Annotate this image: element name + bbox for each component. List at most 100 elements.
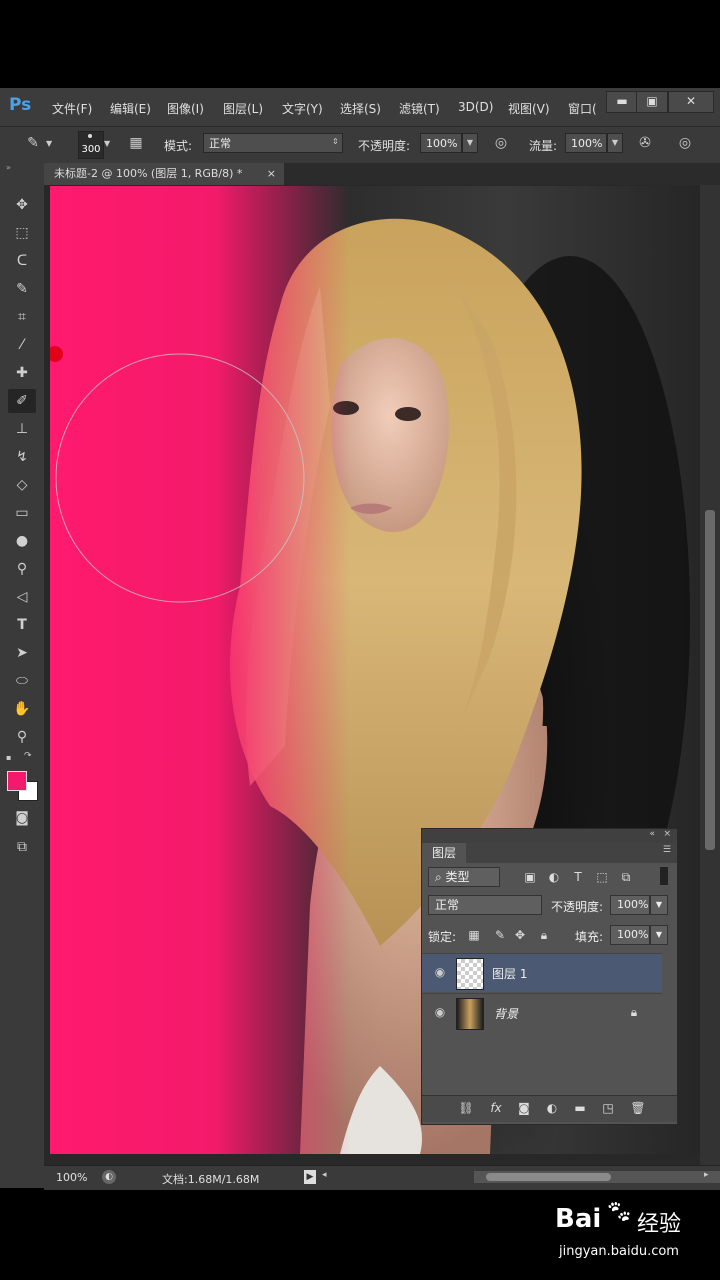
horizontal-scrollbar[interactable] — [474, 1171, 720, 1183]
chevron-down-icon[interactable]: ▼ — [46, 139, 52, 148]
menu-type[interactable]: 文字(Y) — [282, 100, 323, 117]
airbrush-icon[interactable]: ✇ — [634, 132, 656, 154]
fx-icon[interactable]: fx — [488, 1100, 504, 1116]
mode-select[interactable]: 正常 — [203, 133, 343, 153]
eye-icon[interactable]: ◉ — [432, 964, 448, 980]
pen-icon[interactable]: ◁ — [8, 585, 36, 609]
dodge-icon[interactable]: ⚲ — [8, 557, 36, 581]
swap-colors-icon[interactable]: ↷ — [24, 751, 32, 761]
close-icon[interactable]: × — [663, 829, 671, 839]
lock-all-icon[interactable]: 🔒︎ — [536, 927, 552, 943]
collapse-icon[interactable]: « — [649, 829, 655, 839]
lock-label: 锁定: — [428, 930, 457, 944]
type-filter-icon[interactable]: T — [570, 869, 586, 885]
horizontal-scroll-thumb[interactable] — [486, 1173, 611, 1181]
marquee-icon[interactable]: ⬚ — [8, 221, 36, 245]
link-layers-icon[interactable]: ⛓ — [458, 1100, 474, 1116]
brush-panel-icon[interactable]: ▦ — [125, 132, 147, 154]
menu-layer[interactable]: 图层(L) — [223, 100, 263, 117]
info-icon[interactable]: ◐ — [102, 1170, 116, 1184]
new-layer-icon[interactable]: ◳ — [600, 1100, 616, 1116]
document-tab[interactable]: 未标题-2 @ 100% (图层 1, RGB/8) * × — [44, 163, 284, 185]
lasso-icon[interactable]: ᑕ — [8, 249, 36, 273]
minimize-button[interactable]: ▬ — [606, 91, 638, 113]
fill-field[interactable]: 100% — [610, 925, 650, 945]
watermark-brand-2: 经验 — [637, 1212, 682, 1237]
blend-mode-select[interactable]: 正常 — [428, 895, 542, 915]
stamp-icon[interactable]: ⊥ — [8, 417, 36, 441]
menu-window[interactable]: 窗口( — [568, 100, 597, 117]
pressure-opacity-icon[interactable]: ◎ — [490, 132, 512, 154]
maximize-button[interactable]: ▣ — [636, 91, 668, 113]
panel-menu-icon[interactable]: ☰ — [663, 845, 671, 855]
shape-filter-icon[interactable]: ⬚ — [594, 869, 610, 885]
status-menu-arrow-icon[interactable]: ▶ — [304, 1170, 316, 1184]
chevron-down-icon[interactable]: ▼ — [650, 925, 668, 945]
close-button[interactable]: ✕ — [668, 91, 714, 113]
menu-view[interactable]: 视图(V) — [508, 100, 550, 117]
updown-icon: ⇕ — [332, 137, 339, 146]
brush-size-picker[interactable]: 300 — [78, 131, 104, 159]
blur-icon[interactable]: ● — [8, 529, 36, 553]
chevron-down-icon[interactable]: ▼ — [650, 895, 668, 915]
scroll-right-icon[interactable]: ▸ — [704, 1170, 709, 1180]
menu-3d[interactable]: 3D(D) — [458, 100, 493, 114]
pressure-size-icon[interactable]: ◎ — [674, 132, 696, 154]
image-filter-icon[interactable]: ▣ — [522, 869, 538, 885]
layers-tab[interactable]: 图层 — [422, 843, 466, 863]
collapse-icon[interactable]: » — [6, 163, 11, 172]
layer-opacity-field[interactable]: 100% — [610, 895, 650, 915]
shape-icon[interactable]: ⬭ — [8, 669, 36, 693]
layer-name[interactable]: 背景 — [494, 1005, 518, 1022]
quick-mask-icon[interactable]: ◙ — [8, 806, 36, 830]
smart-object-filter-icon[interactable]: ⧉ — [618, 869, 634, 885]
filter-toggle[interactable] — [660, 867, 668, 885]
gradient-icon[interactable]: ▭ — [8, 501, 36, 525]
quick-select-icon[interactable]: ✎ — [8, 277, 36, 301]
hand-icon[interactable]: ✋ — [8, 697, 36, 721]
scroll-left-icon[interactable]: ◂ — [322, 1170, 327, 1180]
menu-file[interactable]: 文件(F) — [52, 100, 92, 117]
trash-icon[interactable]: 🗑︎ — [630, 1100, 646, 1116]
menu-select[interactable]: 选择(S) — [340, 100, 381, 117]
eraser-icon[interactable]: ◇ — [8, 473, 36, 497]
default-colors-icon[interactable]: ▪ — [6, 753, 16, 763]
vertical-scroll-thumb[interactable] — [705, 510, 715, 850]
move-icon[interactable]: ✥ — [8, 193, 36, 217]
brush-icon[interactable]: ✐ — [8, 389, 36, 413]
zoom-icon[interactable]: ⚲ — [8, 725, 36, 749]
layer-filter-select[interactable]: ⌕ 类型 — [428, 867, 500, 887]
chevron-down-icon[interactable]: ▼ — [104, 139, 110, 148]
layer-row-layer1[interactable]: ◉ 图层 1 — [422, 953, 662, 992]
layer-row-background[interactable]: ◉ 背景 🔒︎ — [422, 993, 662, 1032]
chevron-down-icon[interactable]: ▼ — [462, 133, 478, 153]
screen-mode-icon[interactable]: ⧉ — [8, 835, 36, 859]
adjustment-layer-icon[interactable]: ◐ — [544, 1100, 560, 1116]
opacity-label: 不透明度: — [358, 139, 411, 153]
lock-position-icon[interactable]: ✥ — [512, 927, 528, 943]
lock-transparency-icon[interactable]: ▦ — [466, 927, 482, 943]
group-folder-icon[interactable]: ▬ — [572, 1100, 588, 1116]
path-select-icon[interactable]: ➤ — [8, 641, 36, 665]
layer-name[interactable]: 图层 1 — [492, 965, 527, 982]
opacity-field[interactable]: 100% — [420, 133, 462, 153]
menu-edit[interactable]: 编辑(E) — [110, 100, 151, 117]
type-icon[interactable]: T — [8, 613, 36, 637]
close-icon[interactable]: × — [267, 163, 276, 185]
adjustment-filter-icon[interactable]: ◐ — [546, 869, 562, 885]
healing-icon[interactable]: ✚ — [8, 361, 36, 385]
eyedropper-icon[interactable]: ⁄ — [8, 333, 36, 357]
add-mask-icon[interactable]: ◙ — [516, 1100, 532, 1116]
brush-preset-icon[interactable]: ✎ — [22, 132, 44, 154]
layers-panel-titlebar[interactable]: « × — [422, 829, 677, 843]
history-brush-icon[interactable]: ↯ — [8, 445, 36, 469]
chevron-down-icon[interactable]: ▼ — [607, 133, 623, 153]
foreground-color-swatch[interactable] — [7, 771, 27, 791]
lock-paint-icon[interactable]: ✎ — [492, 927, 508, 943]
zoom-level[interactable]: 100% — [56, 1171, 87, 1184]
menu-filter[interactable]: 滤镜(T) — [399, 100, 440, 117]
flow-field[interactable]: 100% — [565, 133, 607, 153]
crop-icon[interactable]: ⌗ — [8, 305, 36, 329]
menu-image[interactable]: 图像(I) — [167, 100, 204, 117]
eye-icon[interactable]: ◉ — [432, 1004, 448, 1020]
